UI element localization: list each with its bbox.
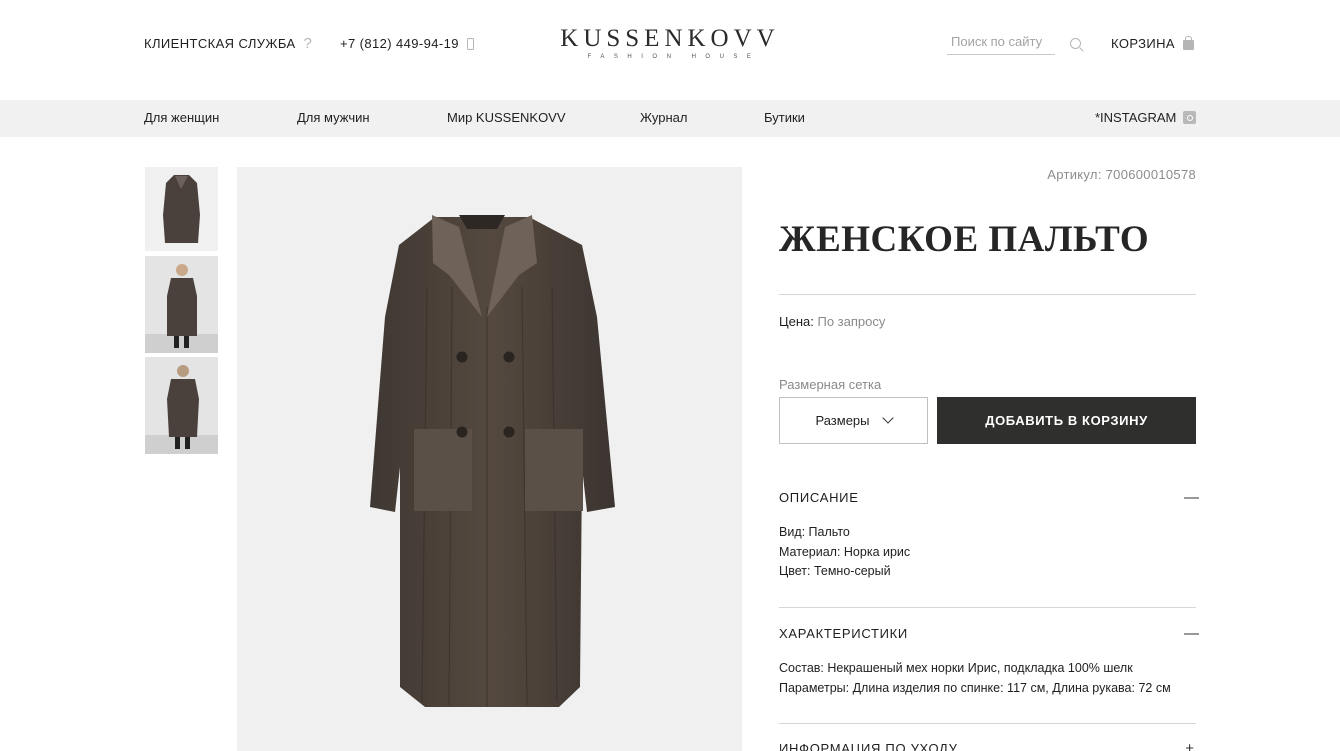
- care-info-title: ИНФОРМАЦИЯ ПО УХОДУ: [779, 741, 958, 751]
- size-grid-link[interactable]: Размерная сетка: [779, 377, 881, 392]
- characteristics-line: Состав: Некрашеный мех норки Ирис, подкл…: [779, 661, 1133, 675]
- characteristics-title: ХАРАКТЕРИСТИКИ: [779, 626, 908, 641]
- shopping-bag-icon: [1182, 35, 1194, 50]
- nav-item-world[interactable]: Мир KUSSENKOVV: [447, 110, 566, 125]
- characteristics-content: Состав: Некрашеный мех норки Ирис, подкл…: [779, 659, 1171, 698]
- phone-link[interactable]: +7 (812) 449-94-19: [340, 36, 474, 51]
- collapse-icon: —: [1184, 489, 1200, 506]
- instagram-link[interactable]: *INSTAGRAM: [1095, 110, 1197, 125]
- add-to-cart-button[interactable]: ДОБАВИТЬ В КОРЗИНУ: [937, 397, 1196, 444]
- coat-thumbnail-image: [163, 175, 200, 243]
- description-title: ОПИСАНИЕ: [779, 490, 859, 505]
- care-info-header[interactable]: ИНФОРМАЦИЯ ПО УХОДУ +: [779, 741, 1196, 751]
- nav-item-boutiques[interactable]: Бутики: [764, 110, 805, 125]
- description-line: Цвет: Темно-серый: [779, 564, 891, 578]
- description-content: Вид: Пальто Материал: Норка ирис Цвет: Т…: [779, 523, 910, 582]
- cart-label: КОРЗИНА: [1111, 36, 1175, 51]
- thumbnail-1[interactable]: [145, 167, 218, 251]
- cart-link[interactable]: КОРЗИНА: [1111, 35, 1194, 51]
- search-input[interactable]: Поиск по сайту: [947, 34, 1055, 55]
- characteristics-header[interactable]: ХАРАКТЕРИСТИКИ —: [779, 625, 1200, 642]
- size-dropdown[interactable]: Размеры: [779, 397, 928, 444]
- search-icon[interactable]: [1070, 38, 1081, 49]
- thumbnail-2[interactable]: [145, 256, 218, 353]
- logo-wordmark: KUSSENKOVV: [560, 25, 780, 52]
- main-nav: Для женщин Для мужчин Мир KUSSENKOVV Жур…: [0, 100, 1340, 137]
- nav-item-men[interactable]: Для мужчин: [297, 110, 370, 125]
- site-header: КЛИЕНТСКАЯ СЛУЖБА ? +7 (812) 449-94-19 K…: [0, 0, 1340, 100]
- product-sku: Артикул: 700600010578: [1047, 167, 1196, 182]
- chevron-down-icon: [881, 412, 894, 424]
- price-row: Цена: По запросу: [779, 314, 885, 329]
- product-title: ЖЕНСКОЕ ПАЛЬТО: [779, 219, 1150, 260]
- product-main-image[interactable]: [237, 167, 742, 751]
- thumbnail-3[interactable]: [145, 357, 218, 454]
- size-dropdown-label: Размеры: [815, 413, 870, 428]
- instagram-label: *INSTAGRAM: [1095, 110, 1177, 125]
- nav-item-journal[interactable]: Журнал: [640, 110, 687, 125]
- expand-icon: +: [1185, 740, 1195, 751]
- phone-number: +7 (812) 449-94-19: [340, 36, 459, 51]
- logo[interactable]: KUSSENKOVV FASHION HOUSE: [540, 26, 800, 60]
- client-service-link[interactable]: КЛИЕНТСКАЯ СЛУЖБА ?: [144, 36, 312, 51]
- question-icon: ?: [303, 35, 313, 52]
- price-label: Цена:: [779, 314, 814, 329]
- divider: [779, 607, 1196, 608]
- description-header[interactable]: ОПИСАНИЕ —: [779, 489, 1200, 506]
- divider: [779, 723, 1196, 724]
- model-thumbnail-image: [145, 264, 218, 353]
- description-line: Материал: Норка ирис: [779, 544, 911, 559]
- model-side-thumbnail-image: [145, 365, 218, 454]
- divider: [779, 294, 1196, 295]
- characteristics-line: Параметры: Длина изделия по спинке: 117 …: [779, 680, 1171, 695]
- logo-tagline: FASHION HOUSE: [587, 54, 761, 60]
- coat-image: [370, 215, 615, 707]
- client-service-label: КЛИЕНТСКАЯ СЛУЖБА: [144, 36, 296, 51]
- description-line: Вид: Пальто: [779, 525, 850, 539]
- phone-icon: [466, 37, 474, 50]
- nav-item-women[interactable]: Для женщин: [144, 110, 219, 125]
- instagram-icon: [1183, 111, 1197, 124]
- price-value: По запросу: [817, 314, 886, 329]
- collapse-icon: —: [1184, 625, 1200, 642]
